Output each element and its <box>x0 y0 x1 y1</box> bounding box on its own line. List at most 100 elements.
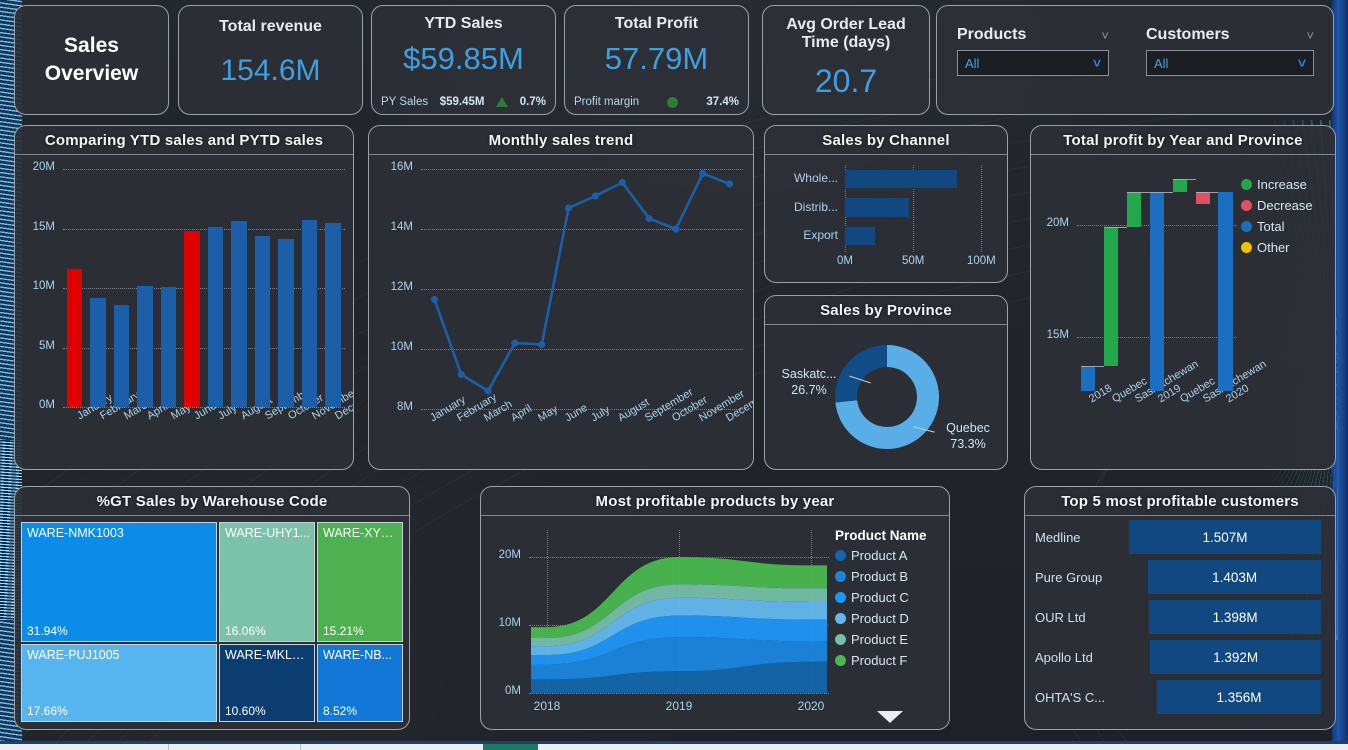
bar[interactable] <box>113 304 130 407</box>
y-axis-tick: 10M <box>32 280 55 292</box>
waterfall-bar[interactable] <box>1218 191 1233 391</box>
chevron-down-icon[interactable]: ˅ <box>1093 55 1101 71</box>
kpi-footer: Profit margin 37.4% <box>565 96 748 108</box>
legend-item[interactable]: Product B <box>835 569 927 584</box>
treemap-tile[interactable]: WARE-NMK1003 31.94% <box>21 522 217 642</box>
legend-item[interactable]: Increase <box>1241 177 1313 192</box>
waterfall-bar[interactable] <box>1127 191 1142 228</box>
bar[interactable] <box>160 286 177 407</box>
legend-label: Product E <box>851 632 909 647</box>
table-row[interactable]: Medline 1.507M <box>1025 520 1335 554</box>
chevron-down-icon[interactable] <box>877 711 903 723</box>
pie-label-value: 73.3% <box>950 436 986 451</box>
kpi-card-total-revenue[interactable]: Total revenue 154.6M <box>178 5 363 115</box>
legend-item[interactable]: Other <box>1241 240 1313 255</box>
bar[interactable] <box>231 221 247 407</box>
waterfall-bar[interactable] <box>1104 227 1119 367</box>
chevron-down-icon[interactable]: ˅ <box>1298 55 1306 71</box>
legend-item[interactable]: Product D <box>835 611 927 626</box>
bar[interactable] <box>254 235 271 407</box>
legend-swatch <box>835 550 846 561</box>
data-point[interactable] <box>618 178 626 187</box>
bar[interactable]: 1.398M <box>1149 600 1321 634</box>
legend-item[interactable]: Decrease <box>1241 198 1313 213</box>
legend-item[interactable]: Total <box>1241 219 1313 234</box>
data-point[interactable] <box>645 214 653 223</box>
bar[interactable] <box>207 227 224 407</box>
slicer-label: Products <box>957 26 1027 43</box>
kpi-card-total-profit[interactable]: Total Profit 57.79M Profit margin 37.4% <box>564 5 749 115</box>
table-row[interactable]: OUR Ltd 1.398M <box>1025 600 1335 634</box>
bar[interactable]: 1.356M <box>1157 680 1321 714</box>
data-point[interactable] <box>672 225 680 233</box>
chevron-down-icon[interactable]: ˅ <box>1306 29 1314 42</box>
data-point[interactable] <box>457 370 465 379</box>
waterfall-bar[interactable] <box>1195 191 1210 204</box>
data-point[interactable] <box>538 340 546 349</box>
bar[interactable] <box>278 239 294 407</box>
panel-sales-by-province[interactable]: Sales by Province Saskatc... 26.7% Quebec 7… <box>764 295 1008 470</box>
data-point[interactable] <box>430 295 439 304</box>
slicer-products[interactable]: Products ˅ All ˅ <box>957 26 1109 76</box>
waterfall-bar[interactable] <box>1081 366 1096 391</box>
data-point[interactable] <box>511 339 519 347</box>
page-title: Sales Overview <box>44 33 139 85</box>
bar[interactable] <box>66 268 83 407</box>
panel-sales-by-channel[interactable]: Sales by Channel 0M 50M 100M Whole... Distri… <box>764 125 1008 283</box>
bar[interactable]: 1.507M <box>1129 520 1321 554</box>
treemap-tile[interactable]: WARE-UHY1... 16.06% <box>219 522 315 642</box>
treemap-tile[interactable]: WARE-NB... 8.52% <box>317 644 403 722</box>
bar[interactable] <box>90 297 106 407</box>
table-row[interactable]: Apollo Ltd 1.392M <box>1025 640 1335 674</box>
slicer-customers[interactable]: Customers ˅ All ˅ <box>1146 26 1314 76</box>
table-row[interactable]: OHTA'S C... 1.356M <box>1025 680 1335 714</box>
kpi-card-avg-order-lead-time[interactable]: Avg Order Lead Time (days) 20.7 <box>762 5 930 115</box>
legend-item[interactable]: Product F <box>835 653 927 668</box>
data-point[interactable] <box>699 169 707 178</box>
kpi-label: Avg Order Lead Time (days) <box>786 16 906 52</box>
customer-name: OUR Ltd <box>1035 609 1086 625</box>
waterfall-bar[interactable] <box>1172 179 1187 192</box>
waterfall-bar[interactable] <box>1149 191 1165 391</box>
legend-item[interactable]: Product E <box>835 632 927 647</box>
dashboard-root: Sales Overview Total revenue 154.6M YTD … <box>0 0 1348 750</box>
panel-profitable-products[interactable]: Most profitable products by year 0M 10M 20… <box>480 486 950 730</box>
x-axis-tick: 50M <box>901 255 925 267</box>
panel-title: Top 5 most profitable customers <box>1025 487 1335 516</box>
legend-item[interactable]: Product A <box>835 548 927 563</box>
y-axis-label: Export <box>803 227 838 242</box>
y-axis-tick: 5M <box>39 339 55 352</box>
data-point[interactable] <box>564 204 573 212</box>
slicer-dropdown[interactable]: All ˅ <box>1146 50 1314 76</box>
bar[interactable]: 1.392M <box>1150 640 1321 674</box>
panel-top-customers[interactable]: Top 5 most profitable customers Medline 1… <box>1024 486 1336 730</box>
table-row[interactable]: Pure Group 1.403M <box>1025 560 1335 594</box>
y-axis-label: Distrib... <box>793 199 838 214</box>
bar[interactable] <box>845 226 875 245</box>
bar[interactable] <box>184 231 200 407</box>
bar[interactable] <box>301 220 318 407</box>
treemap-tile-label: WARE-UHY1... <box>225 526 310 540</box>
chevron-down-icon[interactable]: ˅ <box>1101 29 1109 42</box>
bar[interactable] <box>137 285 153 407</box>
slicer-dropdown[interactable]: All ˅ <box>957 50 1109 76</box>
treemap-tile[interactable]: WARE-MKL10... 10.60% <box>219 644 315 722</box>
bar[interactable] <box>845 198 910 217</box>
bar[interactable] <box>325 222 341 407</box>
treemap-tile[interactable]: WARE-PUJ1005 17.66% <box>21 644 217 722</box>
panel-title: Sales by Channel <box>765 126 1007 155</box>
panel-gt-sales-warehouse[interactable]: %GT Sales by Warehouse Code WARE-NMK1003… <box>14 486 410 730</box>
panel-profit-by-year-province[interactable]: Total profit by Year and Province 15M 20M… <box>1030 125 1336 470</box>
treemap-tile[interactable]: WARE-XYS... 15.21% <box>317 522 403 642</box>
bar[interactable] <box>845 170 957 189</box>
legend-item[interactable]: Product C <box>835 590 927 605</box>
data-point[interactable] <box>591 192 600 200</box>
kpi-foot-label: Profit margin <box>574 96 640 108</box>
kpi-card-ytd-sales[interactable]: YTD Sales $59.85M PY Sales $59.45M 0.7% <box>371 5 556 115</box>
bar[interactable]: 1.403M <box>1148 560 1321 594</box>
panel-ytd-vs-pytd[interactable]: Comparing YTD sales and PYTD sales 0M 5M 1… <box>14 125 354 470</box>
kpi-foot-delta: 0.7% <box>519 96 546 108</box>
chart-top-customers: Medline 1.507M Pure Group 1.403M OUR Ltd 1.39… <box>1025 516 1335 729</box>
panel-monthly-trend[interactable]: Monthly sales trend 8M 10M 12M 14M 16M Januar… <box>368 125 754 470</box>
data-point[interactable] <box>725 180 734 188</box>
